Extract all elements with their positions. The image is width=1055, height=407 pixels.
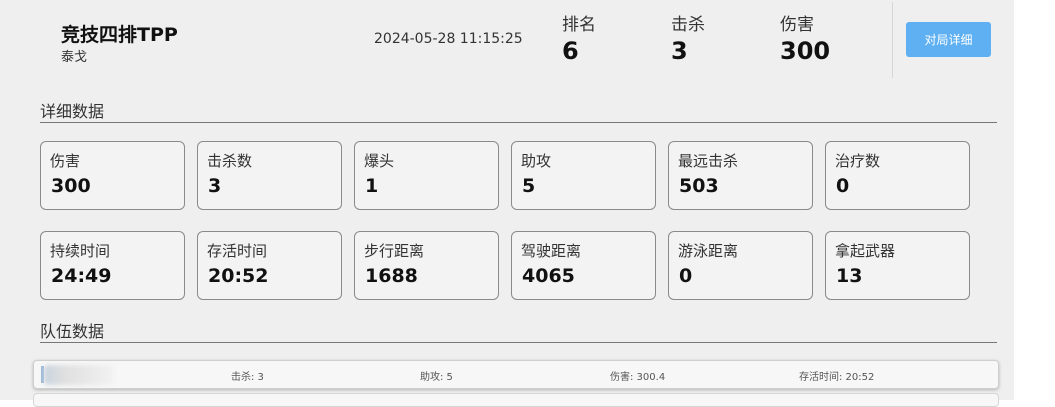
card-label: 治疗数 bbox=[835, 152, 881, 170]
card-label: 游泳距离 bbox=[678, 242, 739, 260]
card-value: 503 bbox=[679, 175, 719, 197]
stat-card-headshots: 爆头 1 bbox=[354, 141, 499, 210]
damage-label: 伤害 bbox=[780, 15, 814, 35]
rank-label: 排名 bbox=[562, 15, 596, 35]
card-value: 1 bbox=[365, 175, 379, 197]
stat-card-heals: 治疗数 0 bbox=[825, 141, 970, 210]
details-section-title: 详细数据 bbox=[40, 102, 105, 121]
team-member-row[interactable] bbox=[33, 393, 999, 407]
damage-value: 300 bbox=[780, 37, 831, 65]
team-section-divider bbox=[40, 342, 997, 343]
card-value: 24:49 bbox=[51, 265, 112, 287]
damage-stat: 伤害 300 bbox=[780, 14, 830, 66]
team-kills: 击杀: 3 bbox=[231, 372, 264, 383]
map-name: 泰戈 bbox=[61, 50, 88, 65]
card-label: 助攻 bbox=[521, 152, 552, 170]
stat-card-duration: 持续时间 24:49 bbox=[40, 231, 185, 300]
card-label: 拿起武器 bbox=[835, 242, 896, 260]
header-divider bbox=[892, 2, 893, 78]
player-name-blurred bbox=[44, 365, 114, 385]
match-detail-button[interactable]: 对局详细 bbox=[906, 22, 991, 57]
match-panel: 竞技四排TPP 泰戈 2024-05-28 11:15:25 排名 6 击杀 3… bbox=[0, 0, 1014, 407]
team-section-title: 队伍数据 bbox=[40, 322, 105, 341]
card-label: 步行距离 bbox=[364, 242, 425, 260]
rank-value: 6 bbox=[562, 37, 579, 65]
team-damage: 伤害: 300.4 bbox=[610, 372, 666, 383]
card-value: 5 bbox=[522, 175, 536, 197]
match-mode-title: 竞技四排TPP bbox=[61, 24, 178, 46]
card-label: 持续时间 bbox=[50, 242, 111, 260]
kills-label: 击杀 bbox=[671, 15, 705, 35]
stat-card-weapons-picked: 拿起武器 13 bbox=[825, 231, 970, 300]
card-label: 击杀数 bbox=[207, 152, 253, 170]
stat-card-swim-distance: 游泳距离 0 bbox=[668, 231, 813, 300]
stat-card-kills: 击杀数 3 bbox=[197, 141, 342, 210]
stat-card-longest-kill: 最远击杀 503 bbox=[668, 141, 813, 210]
card-label: 最远击杀 bbox=[678, 152, 739, 170]
card-value: 3 bbox=[208, 175, 222, 197]
card-value: 0 bbox=[836, 175, 850, 197]
stat-card-drive-distance: 驾驶距离 4065 bbox=[511, 231, 656, 300]
stat-card-damage: 伤害 300 bbox=[40, 141, 185, 210]
card-label: 驾驶距离 bbox=[521, 242, 582, 260]
stat-card-survival-time: 存活时间 20:52 bbox=[197, 231, 342, 300]
team-member-row[interactable]: 击杀: 3 助攻: 5 伤害: 300.4 存活时间: 20:52 bbox=[33, 360, 999, 389]
kills-stat: 击杀 3 bbox=[671, 14, 705, 66]
stat-card-assists: 助攻 5 bbox=[511, 141, 656, 210]
card-value: 13 bbox=[836, 265, 863, 287]
page-gutter bbox=[1014, 0, 1055, 400]
rank-stat: 排名 6 bbox=[562, 14, 596, 66]
team-assists: 助攻: 5 bbox=[420, 372, 453, 383]
match-timestamp: 2024-05-28 11:15:25 bbox=[374, 31, 523, 47]
kills-value: 3 bbox=[671, 37, 688, 65]
card-value: 1688 bbox=[365, 265, 418, 287]
card-value: 4065 bbox=[522, 265, 575, 287]
card-value: 20:52 bbox=[208, 265, 269, 287]
team-survival-time: 存活时间: 20:52 bbox=[799, 372, 875, 383]
card-label: 爆头 bbox=[364, 152, 395, 170]
details-section-divider bbox=[40, 122, 997, 123]
stat-card-walk-distance: 步行距离 1688 bbox=[354, 231, 499, 300]
card-label: 伤害 bbox=[50, 152, 81, 170]
card-value: 300 bbox=[51, 175, 91, 197]
card-value: 0 bbox=[679, 265, 693, 287]
card-label: 存活时间 bbox=[207, 242, 268, 260]
